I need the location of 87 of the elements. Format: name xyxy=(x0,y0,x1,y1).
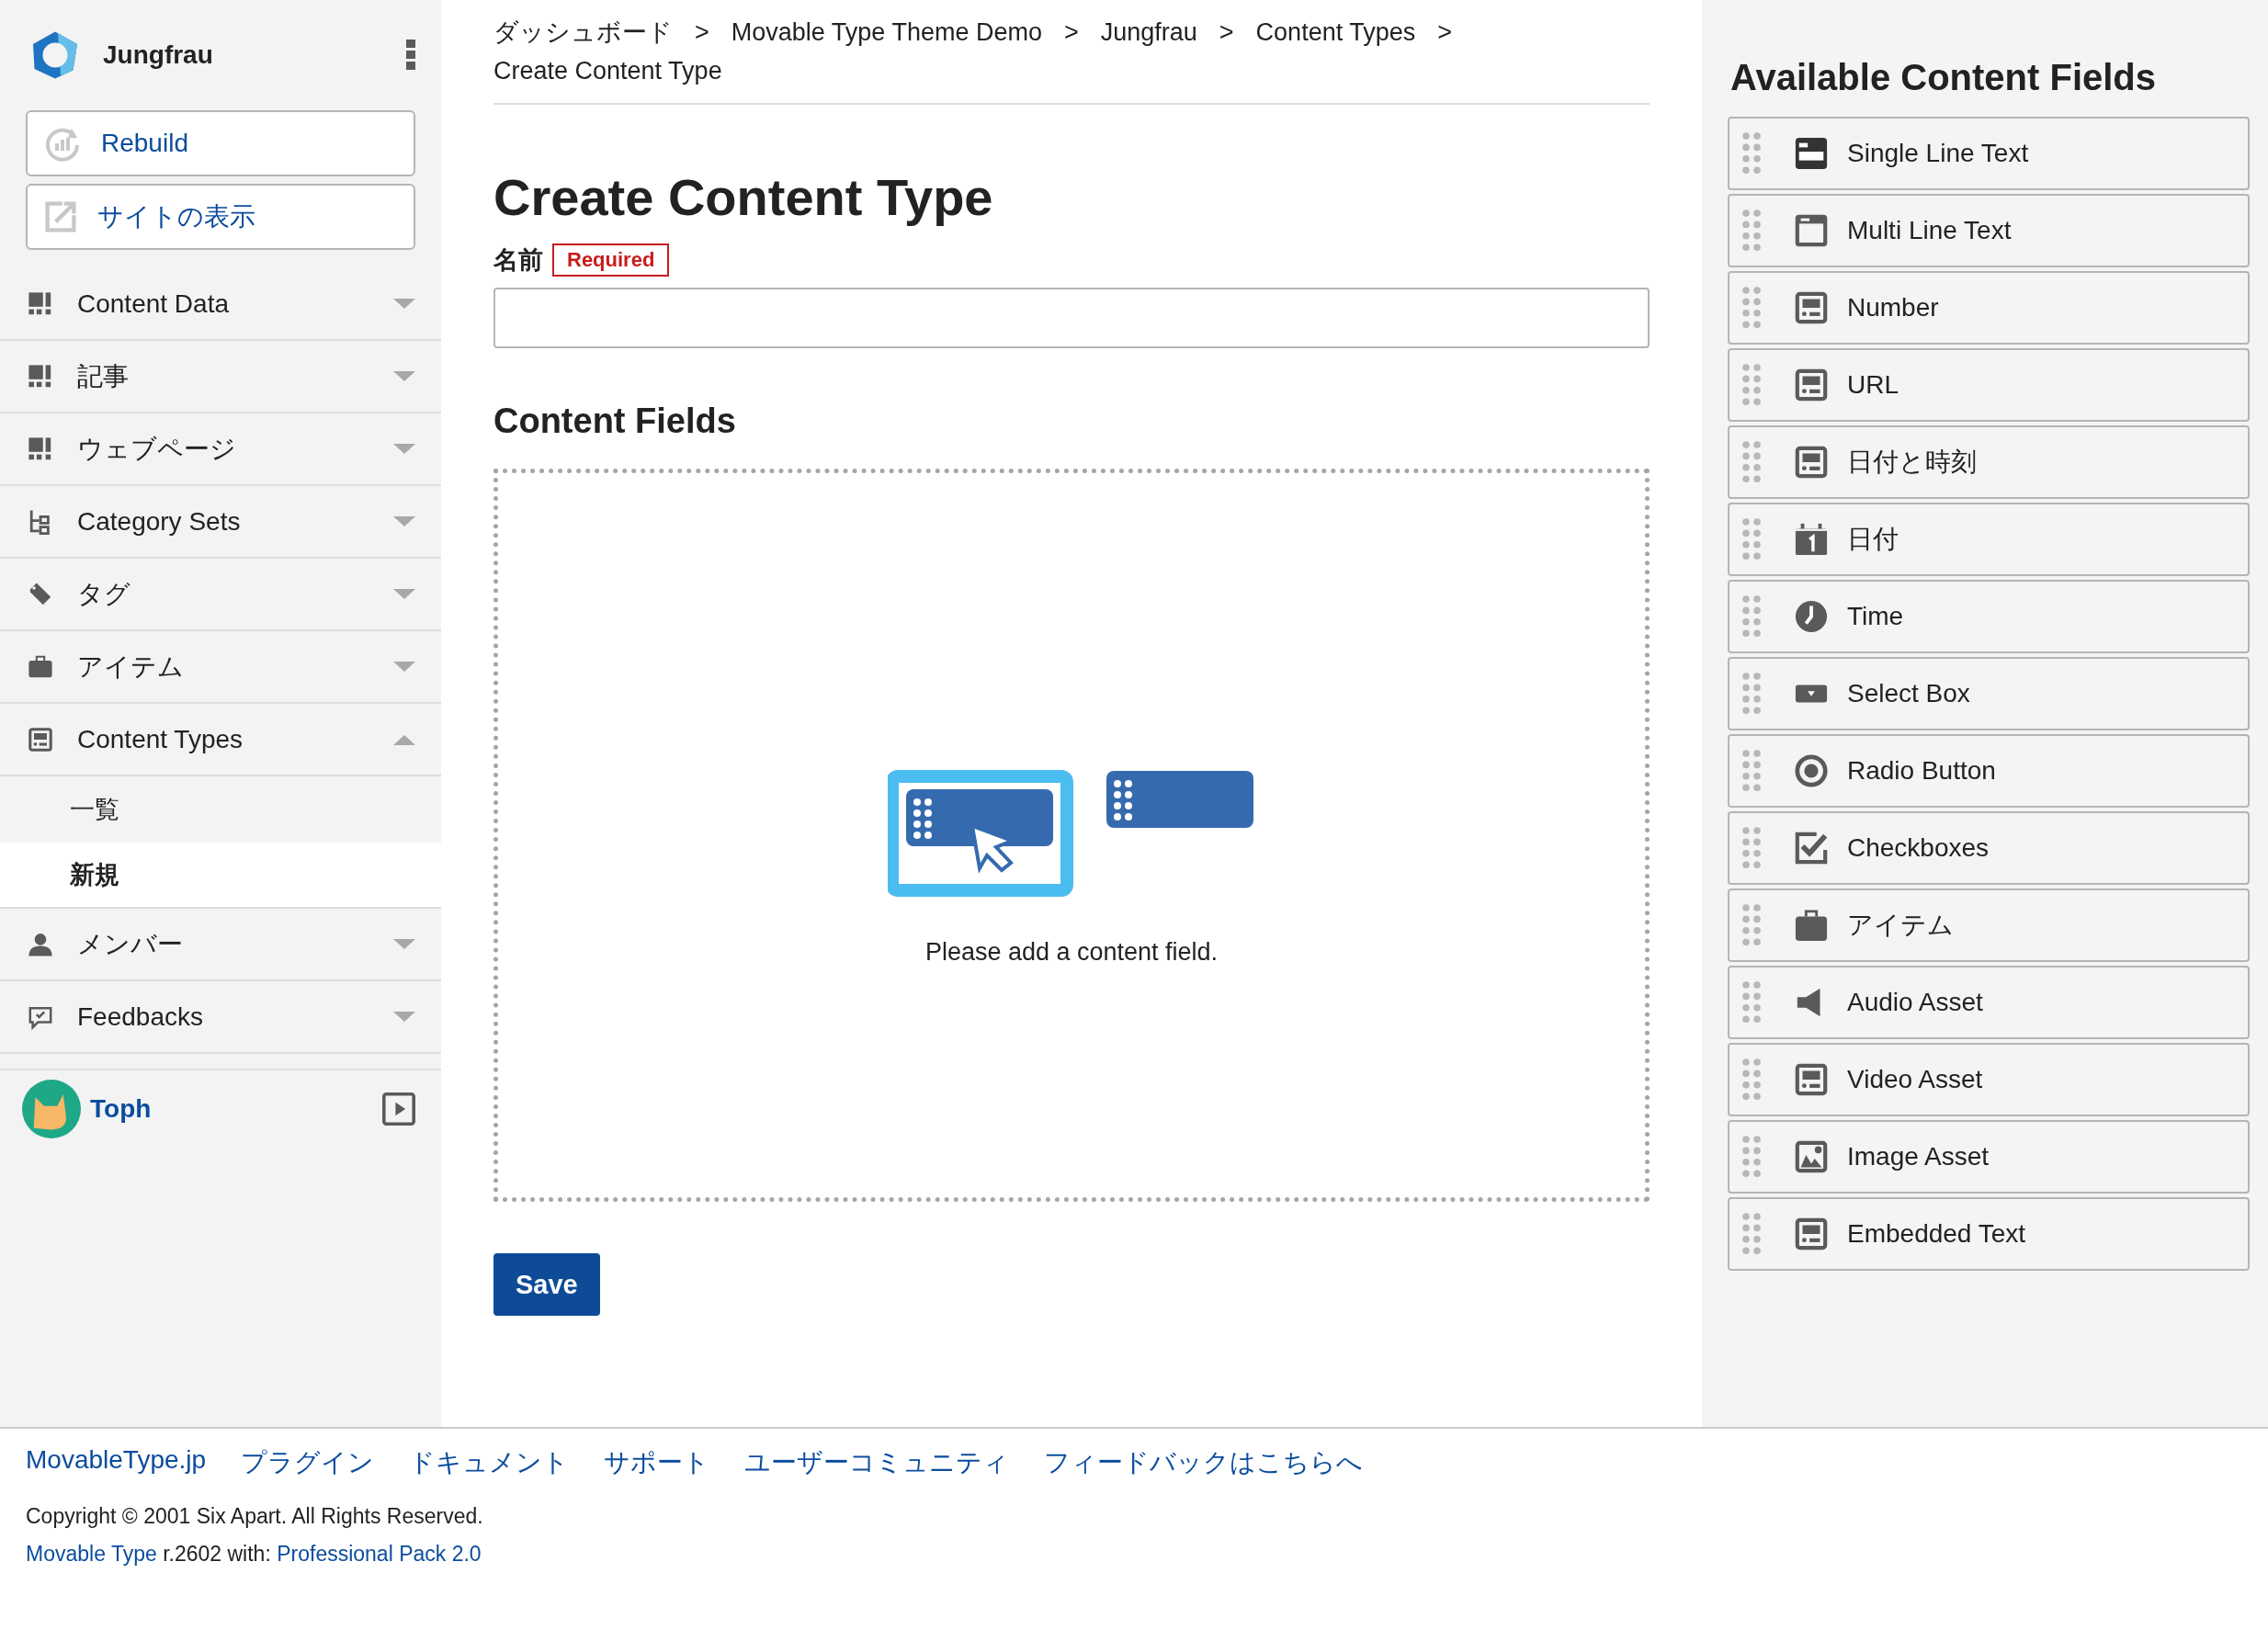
breadcrumb-link[interactable]: ダッシュボード xyxy=(493,13,673,51)
drag-handle-icon[interactable] xyxy=(1742,750,1761,792)
form-icon xyxy=(1794,1217,1829,1251)
drag-handle-icon[interactable] xyxy=(1742,981,1761,1024)
breadcrumb-link[interactable]: Movable Type Theme Demo xyxy=(731,13,1042,51)
radio-icon xyxy=(1794,753,1829,788)
breadcrumb-separator: > xyxy=(1437,18,1452,46)
breadcrumb-link[interactable]: Content Types xyxy=(1255,13,1416,51)
field-type-card[interactable]: Video Asset xyxy=(1728,1043,2250,1116)
breadcrumb-link[interactable]: Create Content Type xyxy=(493,51,722,90)
field-type-card[interactable]: Select Box xyxy=(1728,657,2250,730)
play-icon[interactable] xyxy=(382,1092,415,1126)
field-type-card[interactable]: Number xyxy=(1728,271,2250,345)
field-type-card[interactable]: Single Line Text xyxy=(1728,117,2250,190)
drag-handle-icon[interactable] xyxy=(1742,364,1761,406)
view-site-button[interactable]: サイトの表示 xyxy=(26,184,415,250)
image-icon xyxy=(1794,1139,1829,1174)
more-menu-icon[interactable] xyxy=(406,40,415,71)
site-name: Jungfrau xyxy=(103,40,214,70)
drag-handle-icon[interactable] xyxy=(1742,827,1761,869)
copyright-text: Copyright © 2001 Six Apart. All Rights Reserved. xyxy=(26,1504,484,1529)
drag-handle-icon[interactable] xyxy=(1742,287,1761,329)
footer-link[interactable]: ドキュメント xyxy=(409,1445,570,1480)
field-type-card[interactable]: Embedded Text xyxy=(1728,1197,2250,1271)
footer-link[interactable]: フィードバックはこちらへ xyxy=(1044,1445,1364,1480)
briefcase-icon xyxy=(1794,908,1829,943)
form-icon xyxy=(1794,1062,1829,1097)
rebuild-button[interactable]: Rebuild xyxy=(26,110,415,176)
field-label: 名前 xyxy=(493,245,543,276)
avatar-icon xyxy=(22,1080,81,1138)
breadcrumb-separator: > xyxy=(695,18,709,46)
drag-handle-icon[interactable] xyxy=(1742,132,1761,175)
footer-link[interactable]: MovableType.jp xyxy=(26,1445,207,1480)
drag-handle-icon[interactable] xyxy=(1742,1058,1761,1101)
drag-handle-icon[interactable] xyxy=(1742,1136,1761,1178)
tag-icon xyxy=(28,581,53,607)
field-type-card[interactable]: 日付と時刻 xyxy=(1728,425,2250,499)
form-icon xyxy=(1794,368,1829,402)
grid-icon xyxy=(28,363,53,390)
product-link[interactable]: Movable Type xyxy=(26,1542,157,1566)
save-button[interactable]: Save xyxy=(493,1253,600,1316)
section-heading: Content Fields xyxy=(493,402,737,441)
panel-title: Available Content Fields xyxy=(1730,57,2158,98)
footer-link[interactable]: プラグイン xyxy=(241,1445,375,1480)
breadcrumb-separator: > xyxy=(1219,18,1234,46)
field-type-card[interactable]: Time xyxy=(1728,580,2250,653)
drop-zone[interactable]: Please add a content field. xyxy=(493,469,1650,1202)
required-badge: Required xyxy=(552,243,670,277)
footer-link[interactable]: ユーザーコミュニティ xyxy=(744,1445,1010,1480)
field-type-card[interactable]: Image Asset xyxy=(1728,1120,2250,1194)
field-type-card[interactable]: 日付 xyxy=(1728,503,2250,576)
drag-handle-icon[interactable] xyxy=(1742,904,1761,946)
version-text: Movable Type r.2602 with: Professional Pack 2.0 xyxy=(26,1542,482,1567)
footer-link[interactable]: サポート xyxy=(604,1445,710,1480)
briefcase-icon xyxy=(28,653,53,680)
person-icon xyxy=(28,931,53,957)
window-icon xyxy=(1794,213,1829,248)
breadcrumb-link[interactable]: Jungfrau xyxy=(1100,13,1197,51)
drag-handle-icon[interactable] xyxy=(1742,441,1761,483)
breadcrumb-separator: > xyxy=(1063,18,1079,46)
form-icon xyxy=(28,726,53,753)
drag-handle-icon[interactable] xyxy=(1742,209,1761,252)
addon-link[interactable]: Professional Pack 2.0 xyxy=(277,1542,482,1566)
calendar-icon xyxy=(1794,522,1829,557)
checkbox-icon xyxy=(1794,831,1829,866)
nav-subitem[interactable]: 新規 xyxy=(0,843,441,909)
page-title: Create Content Type xyxy=(493,167,994,227)
grid-icon xyxy=(28,436,53,462)
name-input[interactable] xyxy=(493,288,1650,348)
grid-icon xyxy=(28,290,53,317)
drag-handle-icon[interactable] xyxy=(1742,673,1761,715)
text-field-icon xyxy=(1794,136,1829,171)
field-type-card[interactable]: Audio Asset xyxy=(1728,966,2250,1039)
form-icon xyxy=(1794,290,1829,325)
form-icon xyxy=(1794,445,1829,480)
field-type-card[interactable]: アイテム xyxy=(1728,888,2250,962)
field-type-card[interactable]: Multi Line Text xyxy=(1728,194,2250,267)
drag-handle-icon[interactable] xyxy=(1742,518,1761,560)
user-name-link[interactable]: Toph xyxy=(90,1094,373,1124)
empty-message: Please add a content field. xyxy=(924,937,1219,967)
field-type-card[interactable]: Radio Button xyxy=(1728,734,2250,808)
external-edit-icon xyxy=(44,200,77,233)
field-type-card[interactable]: Checkboxes xyxy=(1728,811,2250,885)
field-type-card[interactable]: URL xyxy=(1728,348,2250,422)
drag-handle-icon[interactable] xyxy=(1742,1213,1761,1255)
drag-handle-icon[interactable] xyxy=(1742,595,1761,638)
clock-icon xyxy=(1794,599,1829,634)
